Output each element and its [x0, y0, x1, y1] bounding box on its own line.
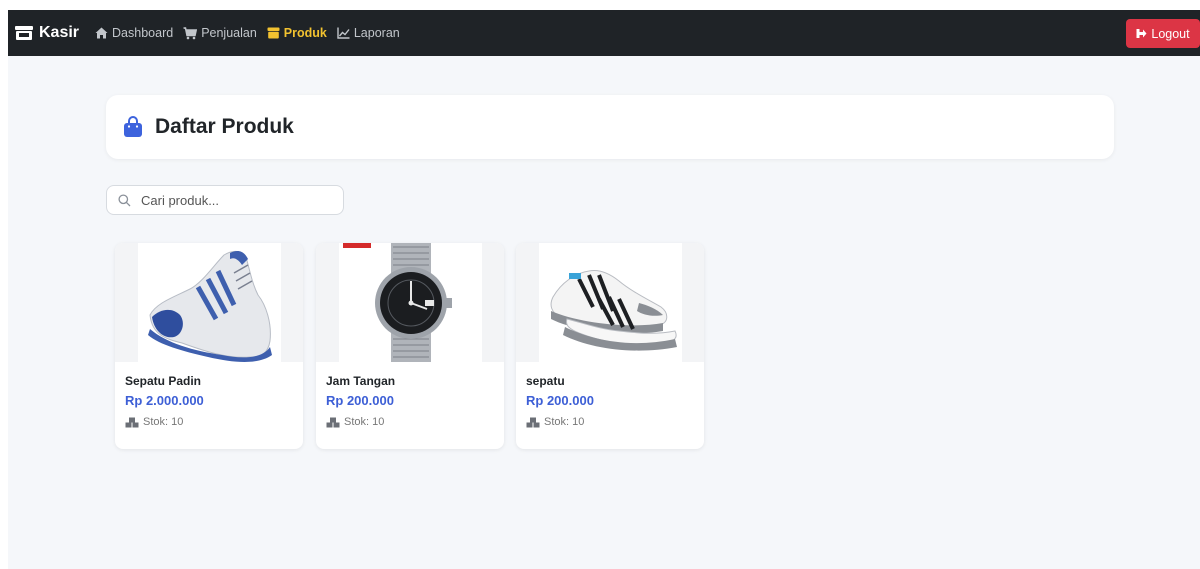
logout-label: Logout — [1151, 26, 1190, 41]
product-image-frame — [516, 243, 704, 362]
boxes-icon — [526, 417, 540, 427]
logout-button[interactable]: Logout — [1126, 19, 1200, 48]
nav-item-produk[interactable]: Produk — [267, 26, 327, 40]
brand-label: Kasir — [39, 24, 80, 41]
product-card[interactable]: Sepatu Padin Rp 2.000.000 Stok: 10 — [115, 243, 303, 449]
product-card[interactable]: Jam Tangan Rp 200.000 Stok: 10 — [316, 243, 504, 449]
running-shoe-image — [147, 250, 272, 362]
nav-item-label: Laporan — [353, 26, 400, 40]
product-stock-label: Stok: 10 — [143, 416, 184, 428]
search-icon — [118, 193, 131, 206]
product-price: Rp 2.000.000 — [125, 393, 204, 408]
product-image-frame — [115, 243, 303, 362]
product-name: Sepatu Padin — [125, 374, 202, 388]
nav-links: Dashboard Penjualan Produk Laporan — [95, 26, 410, 40]
box-icon — [267, 27, 280, 39]
store-icon — [15, 26, 33, 40]
product-stock-label: Stok: 10 — [344, 416, 385, 428]
product-stock: Stok: 10 — [526, 416, 584, 428]
product-name: sepatu — [526, 374, 565, 388]
nav-item-label: Dashboard — [112, 26, 174, 40]
logout-icon — [1136, 29, 1147, 38]
product-stock-label: Stok: 10 — [544, 416, 585, 428]
cart-icon — [183, 26, 198, 39]
app-root: Kasir Dashboard Penjualan Produk Laporan… — [8, 10, 1200, 569]
nav-item-label: Penjualan — [201, 26, 257, 40]
product-card[interactable]: sepatu Rp 200.000 Stok: 10 — [516, 243, 704, 449]
wristwatch-image — [342, 243, 452, 362]
product-image-frame — [316, 243, 504, 362]
boxes-icon — [326, 417, 340, 427]
nav-item-label: Produk — [283, 26, 327, 40]
search-input[interactable] — [141, 192, 321, 208]
product-price: Rp 200.000 — [326, 393, 394, 408]
nav-item-laporan[interactable]: Laporan — [337, 26, 400, 40]
brand-link[interactable]: Kasir — [14, 24, 79, 42]
chart-line-icon — [337, 27, 350, 39]
search-box[interactable] — [106, 185, 344, 215]
nav-item-dashboard[interactable]: Dashboard — [95, 26, 173, 40]
product-price: Rp 200.000 — [526, 393, 594, 408]
nav-item-penjualan[interactable]: Penjualan — [183, 26, 257, 40]
page-header-card: Daftar Produk — [106, 95, 1114, 159]
product-stock: Stok: 10 — [326, 416, 384, 428]
boxes-icon — [125, 417, 139, 427]
home-icon — [95, 27, 108, 39]
shopping-bag-icon — [124, 116, 142, 137]
page-title: Daftar Produk — [155, 115, 294, 138]
sneaker-image — [550, 270, 677, 351]
product-name: Jam Tangan — [326, 374, 396, 388]
top-navbar: Kasir Dashboard Penjualan Produk Laporan… — [8, 10, 1200, 56]
product-stock: Stok: 10 — [125, 416, 183, 428]
